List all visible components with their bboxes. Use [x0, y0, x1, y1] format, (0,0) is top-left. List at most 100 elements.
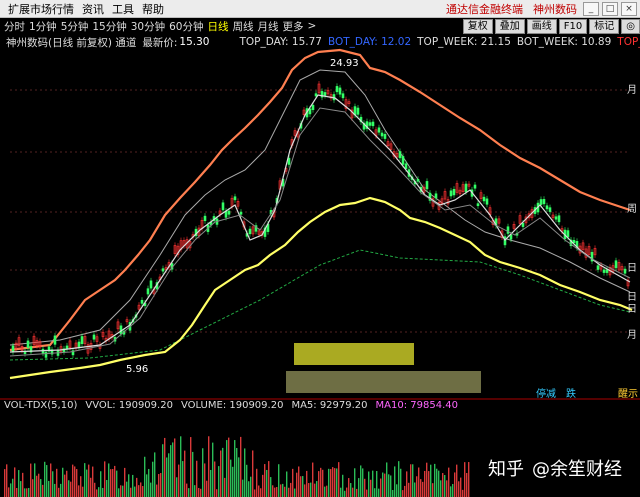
volume-bar [190, 437, 192, 497]
volume-bar [404, 485, 406, 497]
volume-bar [378, 488, 380, 497]
volume-bar [158, 474, 160, 497]
volume-bar [194, 485, 196, 497]
candle-body [314, 93, 318, 97]
volume-bar [100, 471, 102, 497]
candle-body [248, 228, 252, 235]
volume-bar [236, 447, 238, 497]
volume-bar [288, 487, 290, 497]
volume-bar [6, 464, 8, 497]
volume-bar [320, 467, 322, 497]
volume-bar [48, 480, 50, 497]
ma5-value: MA5: 92979.20 [291, 400, 368, 411]
volume-bar [406, 471, 408, 497]
volume-bar [418, 467, 420, 497]
volume-bar [116, 470, 118, 497]
volume-bar [244, 448, 246, 497]
volume-bar [38, 473, 40, 497]
volume-bar [240, 436, 242, 497]
axis-label-week: 周 [627, 203, 637, 215]
candle-body [338, 87, 342, 95]
volume-bar [398, 461, 400, 497]
tag-stop-reduce: 停减 [536, 387, 556, 400]
volume-bar [366, 489, 368, 497]
volume-bar [362, 468, 364, 497]
volume-bar [160, 473, 162, 497]
volume-bar [106, 479, 108, 497]
volume-bar [180, 436, 182, 497]
volume-bar [200, 488, 202, 497]
axis-label-month-2: 月 [627, 329, 637, 341]
candle-body [335, 86, 339, 93]
volume-bar [70, 481, 72, 497]
ma-line-2 [9, 107, 631, 357]
volume-bar [14, 467, 16, 497]
volume-bar [164, 437, 166, 497]
volume-bar [52, 471, 54, 497]
volume-bar [72, 464, 74, 497]
volume-bar [466, 473, 468, 497]
blurred-region-2 [286, 371, 481, 393]
volume-bar [30, 463, 32, 497]
volume-bar [92, 466, 94, 497]
volume-bar [126, 481, 128, 497]
candle-body [203, 215, 207, 222]
volume-bar [228, 437, 230, 497]
volume-bar [326, 485, 328, 497]
volume-bar [36, 475, 38, 497]
candle-body [602, 269, 606, 273]
volume-bar [414, 482, 416, 497]
volume-bar [86, 469, 88, 497]
volume-bar [304, 484, 306, 497]
volume-bar [452, 484, 454, 497]
kline-chart[interactable]: 24.93 5.96 月 周 日 日 日 月 停减 跌 醒示 [0, 0, 640, 497]
volume-bar [290, 482, 292, 497]
volume-bar [238, 457, 240, 497]
volume-bar [186, 483, 188, 497]
candle-body [416, 179, 420, 182]
volume-bar [222, 447, 224, 497]
volume-bar [94, 482, 96, 497]
volume-bar [256, 468, 258, 497]
volume-bar [232, 466, 234, 497]
volume-bar [336, 468, 338, 497]
volume-bar [358, 478, 360, 497]
volume-indicator-name[interactable]: VOL-TDX(5,10) [4, 400, 77, 414]
volume-bar [434, 463, 436, 497]
candle-body [227, 210, 231, 215]
volume-bar [392, 489, 394, 497]
volume-bar [278, 464, 280, 497]
candle-body [452, 188, 456, 196]
axis-label-day-2: 日 [627, 292, 637, 303]
candle-body [464, 183, 468, 193]
volume-bar [284, 486, 286, 497]
volume-bar [450, 486, 452, 497]
volume-bar [374, 488, 376, 497]
volume-bar [242, 479, 244, 497]
volume-bar [50, 463, 52, 497]
candle-body [473, 184, 477, 189]
tag-alert: 醒示 [618, 388, 638, 400]
volume-bar [192, 451, 194, 497]
volume-bar [198, 487, 200, 497]
volume-bar [426, 462, 428, 497]
candle-body [605, 269, 609, 273]
volume-bar [446, 480, 448, 497]
volume-bar [128, 474, 130, 497]
candle-body [26, 340, 30, 348]
volume-bar [246, 464, 248, 497]
candle-body [323, 92, 327, 96]
volume-bar [122, 485, 124, 497]
volume-bar [146, 474, 148, 497]
volume-bar [364, 478, 366, 497]
volume-bar [372, 470, 374, 497]
volume-bar [118, 488, 120, 497]
volume-bar [308, 483, 310, 497]
volume-bar [226, 440, 228, 497]
candle-body [398, 151, 402, 159]
author-handle: @余笙财经 [532, 459, 622, 480]
volume-bar [438, 470, 440, 497]
volume-bar [330, 469, 332, 497]
volume-indicator-bar: VOL-TDX(5,10) VVOL: 190909.20 VOLUME: 19… [0, 400, 458, 414]
volume-bar [144, 456, 146, 497]
